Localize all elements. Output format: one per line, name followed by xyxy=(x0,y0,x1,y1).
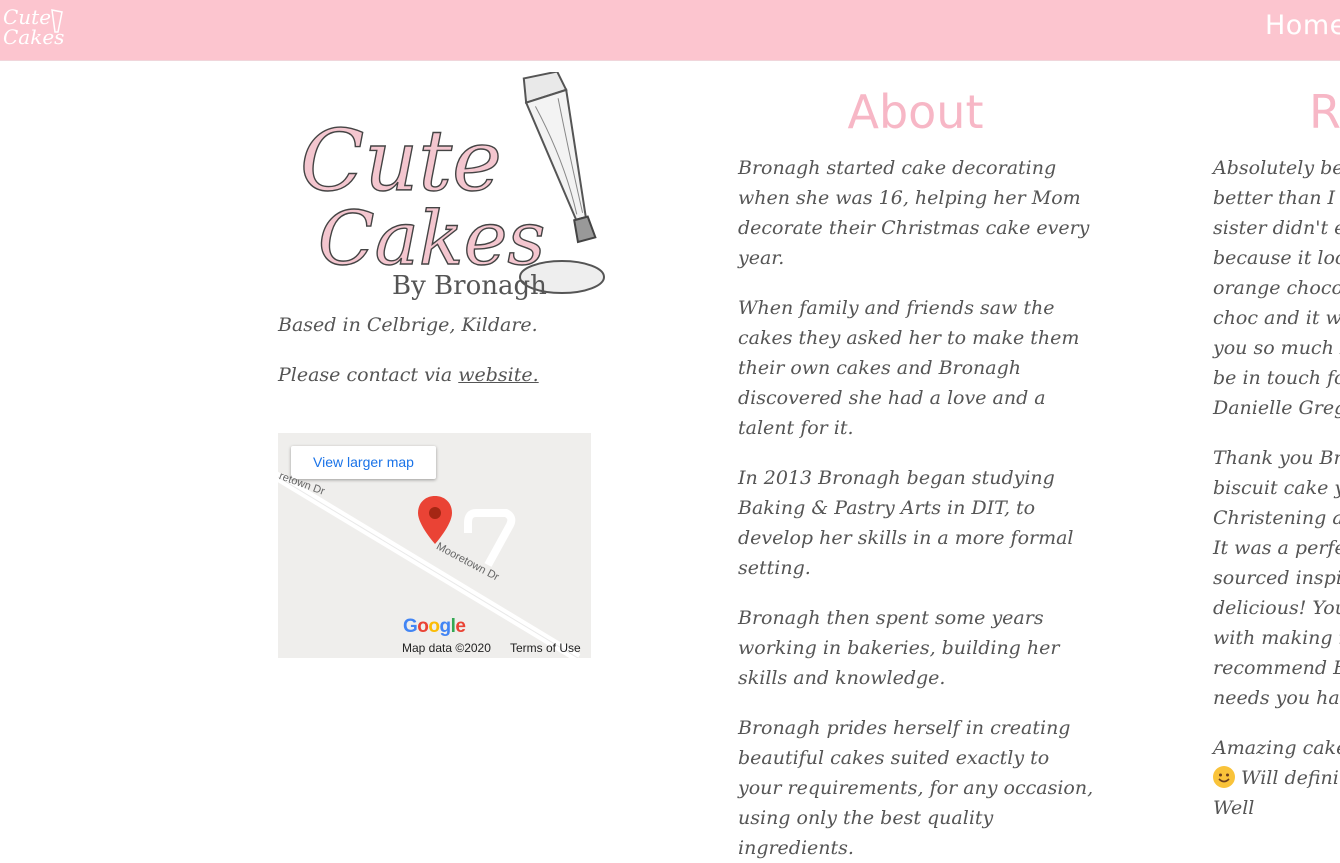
logo-line3: By Bronagh xyxy=(392,271,547,301)
review-line: recommend Br xyxy=(1213,657,1340,679)
review-line: Well xyxy=(1213,797,1255,819)
reviews-heading: Re xyxy=(1309,85,1340,139)
review-line: Amazing cake. xyxy=(1213,737,1340,759)
google-letter: e xyxy=(455,616,466,637)
about-section: About Bronagh started cake decorating wh… xyxy=(738,85,1098,863)
review-line: sourced inspir xyxy=(1213,567,1340,589)
review-line: sister didn't ev xyxy=(1213,217,1340,239)
cute-cakes-logo: Cute Cakes By Bronagh xyxy=(300,72,605,301)
review-line: biscuit cake yo xyxy=(1213,477,1340,499)
map-terms-link[interactable]: Terms of Use xyxy=(510,641,581,655)
about-paragraph: Bronagh then spent some years working in… xyxy=(738,607,1060,689)
review-line: Absolutely bea xyxy=(1213,157,1340,179)
about-paragraph: When family and friends saw the cakes th… xyxy=(738,297,1080,439)
review-line: needs you hav xyxy=(1213,687,1340,709)
review-line: better than I c xyxy=(1213,187,1340,209)
nav-home-link[interactable]: Home xyxy=(1265,10,1340,41)
review-2: Thank you Bro biscuit cake yo Christenin… xyxy=(1213,443,1340,713)
google-letter: G xyxy=(403,616,418,637)
site-logo-small[interactable]: Cute Cakes xyxy=(0,2,70,56)
view-larger-map-button[interactable]: View larger map xyxy=(291,446,436,479)
logo-line2: Cakes xyxy=(318,196,545,282)
about-paragraph: Bronagh prides herself in creating beaut… xyxy=(738,717,1094,859)
review-line: choc and it we xyxy=(1213,307,1340,329)
review-line: Thank you Bro xyxy=(1213,447,1340,469)
review-line: It was a perfec xyxy=(1213,537,1340,559)
review-line: because it look xyxy=(1213,247,1340,269)
review-line: be in touch for xyxy=(1213,367,1340,389)
about-paragraph: In 2013 Bronagh began studying Baking & … xyxy=(738,467,1074,579)
review-line: Will defini xyxy=(1241,767,1339,789)
review-line: you so much B xyxy=(1213,337,1340,359)
review-line: with making i xyxy=(1213,627,1340,649)
review-3: Amazing cake. Will defini Well xyxy=(1213,733,1340,823)
google-letter: o xyxy=(417,616,429,637)
contact-text: Please contact via website. xyxy=(278,360,618,390)
review-line: Christening an xyxy=(1213,507,1340,529)
review-1: Absolutely bea better than I c sister di… xyxy=(1213,153,1340,423)
top-navbar: Cute Cakes Home xyxy=(0,0,1340,61)
google-map[interactable]: View larger map retown Dr Mooretown Dr G… xyxy=(278,433,591,658)
map-data-text: Map data ©2020 xyxy=(402,641,491,655)
smiley-emoji-icon xyxy=(1213,766,1235,788)
about-paragraph: Bronagh started cake decorating when she… xyxy=(738,157,1090,269)
review-line: delicious! You xyxy=(1213,597,1340,619)
about-heading: About xyxy=(847,85,984,139)
review-line: orange chocola xyxy=(1213,277,1340,299)
map-marker-icon[interactable] xyxy=(418,496,452,544)
google-logo: Google xyxy=(403,616,466,638)
google-letter: o xyxy=(428,616,440,637)
reviews-body: Absolutely bea better than I c sister di… xyxy=(1213,153,1340,823)
location-text: Based in Celbrige, Kildare. xyxy=(278,314,538,336)
website-link[interactable]: website. xyxy=(458,364,538,386)
review-line: Danielle Gregg xyxy=(1213,397,1340,419)
contact-prefix: Please contact via xyxy=(278,364,459,386)
contact-column: Cute Cakes By Bronagh Based in Celbrige,… xyxy=(278,72,618,390)
google-letter: g xyxy=(439,616,452,637)
